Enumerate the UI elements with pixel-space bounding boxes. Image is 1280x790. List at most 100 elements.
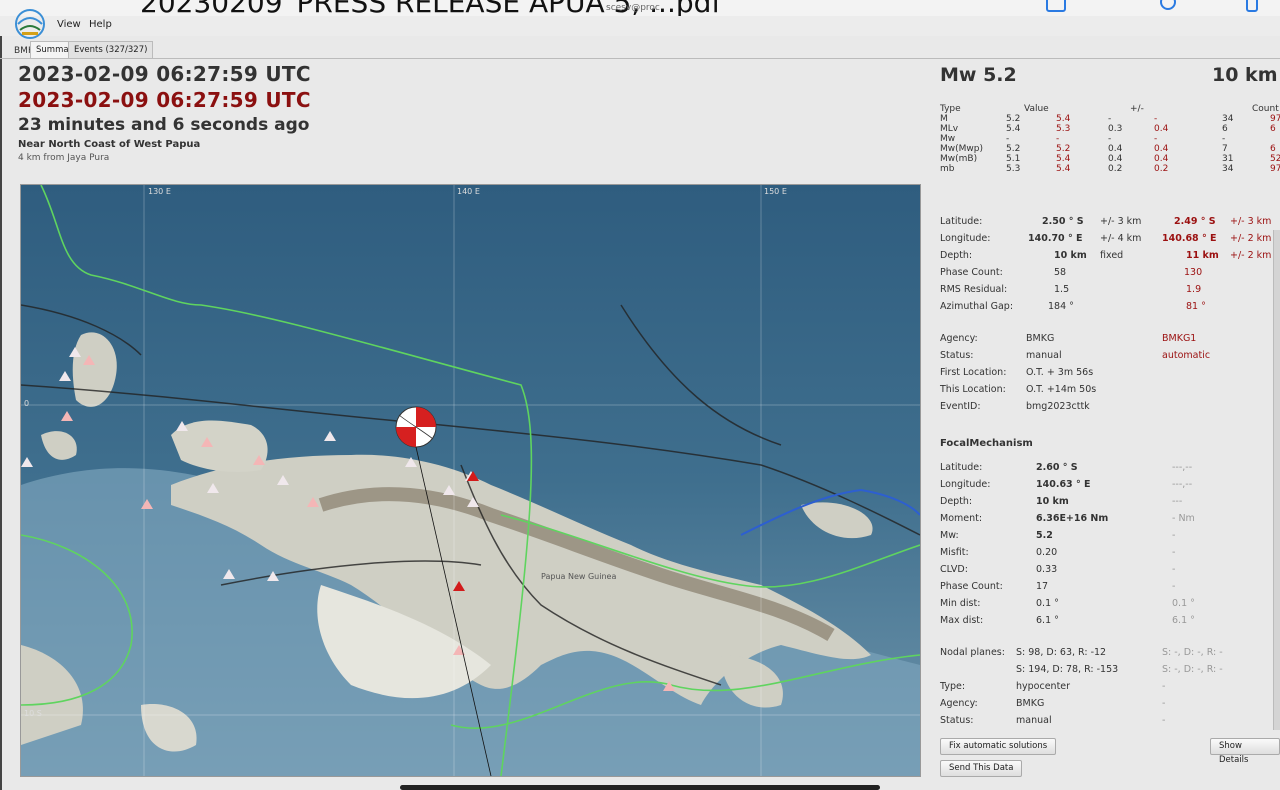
value-auto: 11 km [1186, 250, 1219, 261]
focal-value-auto: ---,-- [1172, 462, 1193, 473]
magnitude-c1: 34 [1222, 114, 1234, 124]
label: Azimuthal Gap: [940, 301, 1014, 312]
value-auto: 140.68 ° E [1162, 233, 1217, 244]
err-auto: +/- 3 km [1230, 216, 1272, 227]
window-frame [0, 0, 2, 790]
region-name: Near North Coast of West Papua [18, 139, 201, 150]
focal-value-auto: 6.1 ° [1172, 615, 1195, 626]
focal-value-auto: - Nm [1172, 513, 1195, 524]
focal-row: Longitude: 140.63 ° E ---,-- [940, 479, 1280, 496]
focal-row: Phase Count: 17 - [940, 581, 1280, 598]
panel-icon[interactable] [1246, 0, 1258, 12]
focal-label: Misfit: [940, 547, 969, 558]
value-manual: manual [1026, 350, 1062, 361]
value-manual: 1.5 [1054, 284, 1070, 295]
magnitude-v2: 5.2 [1056, 144, 1071, 154]
value-manual: BMKG [1016, 698, 1045, 709]
focal-value-auto: --- [1172, 496, 1183, 507]
focal-value-manual: 6.36E+16 Nm [1036, 513, 1109, 524]
origin-time: 2023-02-09 06:27:59 UTC [18, 62, 311, 86]
magnitude-v2: 5.4 [1056, 154, 1071, 164]
status-row: Status: manual automatic [940, 350, 1280, 367]
lon-label-140: 140 E [457, 187, 480, 196]
value-auto: S: -, D: -, R: - [1162, 664, 1223, 675]
value-auto: automatic [1162, 350, 1211, 361]
nearest-city: 4 km from Jaya Pura [18, 153, 110, 163]
lat-label-0: 0 [24, 399, 30, 408]
event-map[interactable]: 130 E 140 E 150 E 0 10 S Papua New Guine… [20, 184, 921, 777]
send-data-button[interactable]: Send This Data [940, 760, 1023, 777]
magnitude-c2: 52 [1270, 154, 1280, 164]
agency-row: Agency: BMKG BMKG1 [940, 333, 1280, 350]
magnitude-c1: 34 [1222, 164, 1234, 174]
label: Longitude: [940, 233, 991, 244]
tab-bar: Summary Events (327/327) [0, 40, 1280, 59]
header-count: Count [1252, 104, 1279, 114]
magnitude-v1: 5.2 [1006, 114, 1021, 124]
depth-title: 10 km [1212, 64, 1278, 86]
label: Agency: [940, 333, 978, 344]
details-panel: Mw 5.2 10 km Type Value +/- Count M 5.2 5.… [940, 60, 1280, 790]
agency-section: Agency: BMKG BMKG1 Status: manual automa… [940, 333, 1280, 418]
origin-rms-row: RMS Residual: 1.5 1.9 [940, 284, 1280, 301]
focal-row: Depth: 10 km --- [940, 496, 1280, 513]
menu-bar: View Help [0, 16, 1280, 36]
label: First Location: [940, 367, 1007, 378]
magnitude-v1: 5.4 [1006, 124, 1021, 134]
nodal-row-2: S: 194, D: 78, R: -153 S: -, D: -, R: - [940, 664, 1280, 681]
details-scrollbar[interactable] [1273, 230, 1280, 730]
magnitude-e1: 0.4 [1108, 144, 1123, 154]
header-value: Value [1024, 104, 1049, 114]
fix-automatic-button[interactable]: Fix automatic solutions [940, 738, 1057, 755]
focal-row: Max dist: 6.1 ° 6.1 ° [940, 615, 1280, 632]
label: Phase Count: [940, 267, 1003, 278]
menu-help[interactable]: Help [89, 19, 112, 30]
title-bar: 20230209_PRESS RELEASE APUA 5, ...pdf sc… [0, 0, 1280, 16]
value: O.T. +14m 50s [1026, 384, 1097, 395]
label: Nodal planes: [940, 647, 1005, 658]
tab-events[interactable]: Events (327/327) [68, 41, 154, 58]
label: Status: [940, 350, 974, 361]
window-icon[interactable] [1046, 0, 1066, 12]
focal-value-manual: 6.1 ° [1036, 615, 1059, 626]
map-canvas [21, 185, 920, 776]
toolbar-icons [1010, 0, 1270, 16]
map-place-label: Papua New Guinea [541, 572, 617, 581]
magnitude-e1: - [1108, 114, 1112, 124]
value-manual: hypocenter [1016, 681, 1071, 692]
value-manual: 184 ° [1048, 301, 1074, 312]
magnitude-type: Mw(mB) [940, 154, 978, 164]
focal-section: Latitude: 2.60 ° S ---,-- Longitude: 140.63 … [940, 462, 1280, 632]
value-auto: 1.9 [1186, 284, 1202, 295]
focal-label: Depth: [940, 496, 973, 507]
show-details-button[interactable]: Show Details [1210, 738, 1280, 765]
focal-value-manual: 140.63 ° E [1036, 479, 1091, 490]
magnitude-c1: - [1222, 134, 1226, 144]
origin-depth-row: Depth: 10 km fixed 11 km +/- 2 km [940, 250, 1280, 267]
value-manual: 140.70 ° E [1028, 233, 1083, 244]
label: Agency: [940, 698, 978, 709]
value-auto: BMKG1 [1162, 333, 1197, 344]
magnitude-c2: 6 [1270, 124, 1276, 134]
menu-view[interactable]: View [57, 19, 81, 30]
label: Status: [940, 715, 974, 726]
fm-agency-row: Agency: BMKG - [940, 698, 1280, 715]
focal-value-auto: - [1172, 547, 1176, 558]
magnitude-e2: - [1154, 134, 1158, 144]
origin-section: Latitude: 2.50 ° S +/- 3 km 2.49 ° S +/-… [940, 216, 1280, 318]
nodal-row-1: Nodal planes: S: 98, D: 63, R: -12 S: -,… [940, 647, 1280, 664]
window-title: scesv@proc [606, 3, 660, 13]
focal-row: CLVD: 0.33 - [940, 564, 1280, 581]
focal-value-manual: 2.60 ° S [1036, 462, 1078, 473]
search-icon[interactable] [1160, 0, 1176, 10]
magnitude-c1: 7 [1222, 144, 1228, 154]
magnitude-title: Mw 5.2 [940, 64, 1017, 86]
magnitude-c2: 6 [1270, 144, 1276, 154]
magnitude-v2: 5.4 [1056, 164, 1071, 174]
first-location-row: First Location: O.T. + 3m 56s [940, 367, 1280, 384]
magnitude-c2: 97 [1270, 114, 1280, 124]
magnitude-v2: 5.3 [1056, 124, 1071, 134]
value-auto: S: -, D: -, R: - [1162, 647, 1223, 658]
focal-row: Mw: 5.2 - [940, 530, 1280, 547]
magnitude-e1: 0.4 [1108, 154, 1123, 164]
